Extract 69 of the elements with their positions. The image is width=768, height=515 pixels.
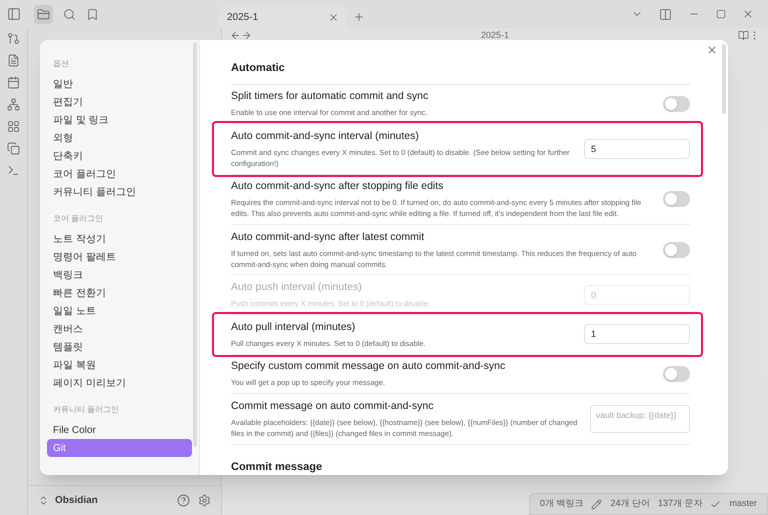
- message-field[interactable]: vault backup: {{date}}: [590, 404, 690, 433]
- toggle-switch[interactable]: [663, 191, 690, 208]
- book-icon[interactable]: [738, 30, 749, 40]
- status-text: 0개 백링크: [540, 497, 584, 510]
- view-title: 2025-1: [480, 30, 510, 40]
- nav-item[interactable]: 명령어 팔레트: [47, 248, 192, 266]
- copy-icon[interactable]: [7, 142, 20, 155]
- grid-icon[interactable]: [7, 120, 20, 133]
- forward-icon[interactable]: [241, 30, 252, 40]
- nav-item[interactable]: 일일 노트: [47, 302, 192, 320]
- nav-item[interactable]: 코어 플러그인: [47, 165, 192, 183]
- nav-item[interactable]: 노트 작성기: [47, 230, 192, 248]
- terminal-icon[interactable]: [7, 164, 20, 177]
- nav-heading: 커뮤니티 플러그인: [52, 404, 120, 416]
- split-view-icon[interactable]: [659, 8, 672, 20]
- nav-item[interactable]: 파일 및 링크: [47, 111, 192, 129]
- pencil-icon[interactable]: [591, 498, 602, 510]
- nav-item[interactable]: 페이지 미리보기: [47, 374, 192, 392]
- vault-name[interactable]: Obsidian: [55, 493, 98, 508]
- setting-name: Commit message on auto commit-and-sync: [231, 398, 434, 414]
- chevron-icon: [38, 495, 49, 506]
- section-title: Commit message: [231, 460, 324, 474]
- check-icon: [710, 498, 722, 510]
- close-icon[interactable]: [328, 12, 339, 22]
- status-text[interactable]: master: [729, 497, 757, 511]
- nav-item[interactable]: 템플릿: [47, 338, 192, 356]
- setting-name: Specify custom commit message on auto commit-and-sync: [231, 359, 506, 374]
- nav-item[interactable]: 파일 복원: [47, 356, 192, 374]
- nav-heading: 코어 플러그인: [52, 213, 104, 225]
- folder-icon[interactable]: [37, 8, 50, 20]
- setting-name: Auto commit-and-sync interval (minutes): [231, 128, 420, 144]
- status-text: 24개 단어: [610, 497, 650, 510]
- settings-icon[interactable]: [198, 494, 211, 507]
- nav-item[interactable]: File Color: [47, 421, 192, 439]
- close-icon[interactable]: [706, 44, 718, 56]
- maximize-icon[interactable]: [716, 9, 726, 19]
- git-icon[interactable]: [7, 32, 20, 45]
- bookmark-icon[interactable]: [86, 8, 99, 20]
- nav-item[interactable]: 캔버스: [47, 320, 192, 338]
- section-title: Automatic: [231, 60, 690, 84]
- nav-item[interactable]: 외형: [47, 129, 192, 147]
- file-icon[interactable]: [7, 54, 20, 67]
- graph-icon[interactable]: [7, 98, 20, 111]
- setting-name: Auto pull interval (minutes): [231, 320, 356, 335]
- tab[interactable]: 2025-1: [219, 6, 347, 28]
- search-icon[interactable]: [63, 8, 76, 20]
- nav-item[interactable]: 커뮤니티 플러그인: [47, 183, 192, 201]
- close-icon[interactable]: [742, 8, 754, 20]
- toggle-switch[interactable]: [663, 96, 690, 112]
- setting-name: Auto commit-and-sync after latest commit: [231, 230, 426, 245]
- sidebar-toggle-icon[interactable]: [7, 7, 21, 21]
- toggle-switch[interactable]: [663, 242, 690, 258]
- help-icon[interactable]: [177, 494, 190, 507]
- number-field[interactable]: 1: [584, 324, 690, 344]
- back-icon[interactable]: [230, 30, 241, 40]
- calendar-icon[interactable]: [7, 76, 20, 89]
- toggle-switch[interactable]: [663, 366, 690, 382]
- setting-name: Auto commit-and-sync after stopping file edits: [231, 179, 444, 194]
- new-tab-icon[interactable]: [353, 11, 365, 23]
- number-field[interactable]: 5: [584, 138, 690, 159]
- setting-name: Split timers for automatic commit and sync: [231, 89, 430, 104]
- nav-item[interactable]: 빠른 전환기: [47, 284, 192, 302]
- setting-name: Auto push interval (minutes): [231, 280, 363, 296]
- nav-item[interactable]: 일반: [47, 75, 192, 93]
- nav-item[interactable]: 편집기: [47, 93, 192, 111]
- nav-heading: 옵션: [52, 58, 70, 70]
- status-text: 137개 문자: [658, 497, 702, 510]
- nav-item[interactable]: 단축키: [47, 147, 192, 165]
- nav-item[interactable]: 백링크: [47, 266, 192, 284]
